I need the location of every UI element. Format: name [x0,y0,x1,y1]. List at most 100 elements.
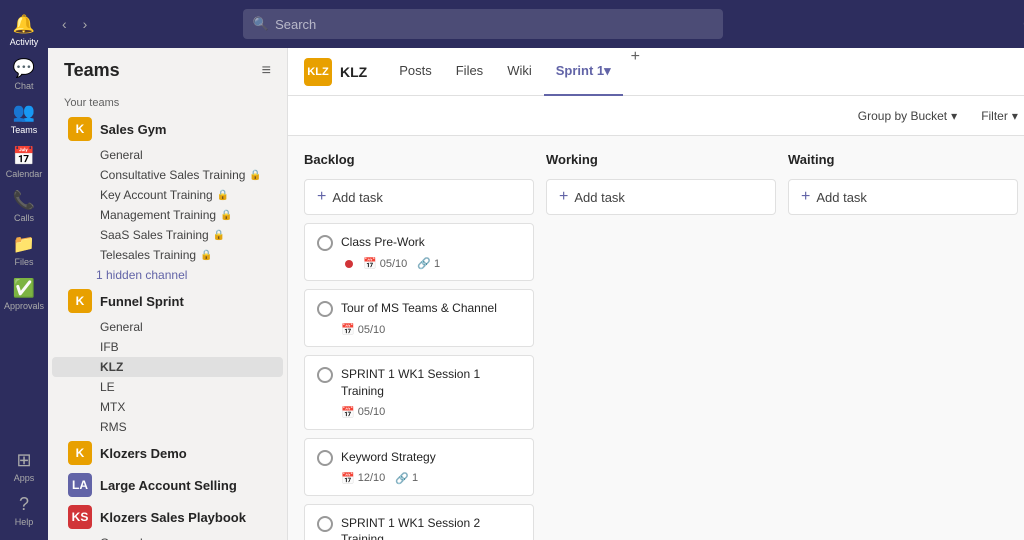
task-title-4: Keyword Strategy [341,449,521,466]
task-attach: 🔗 1 [417,257,440,270]
channel-telesales[interactable]: Telesales Training 🔒 [52,245,283,265]
tab-files[interactable]: Files [444,48,495,96]
channel-ifb[interactable]: IFB [52,337,283,357]
channel-mtx[interactable]: MTX [52,397,283,417]
nav-calls[interactable]: 📞 Calls [4,186,44,226]
channel-consultative-sales[interactable]: Consultative Sales Training 🔒 [52,165,283,185]
channel-rms[interactable]: RMS [52,417,283,437]
channel-management[interactable]: Management Training 🔒 [52,205,283,225]
nav-chat[interactable]: 💬 Chat [4,54,44,94]
lock-icon-3: 🔒 [220,210,232,221]
calendar-icon: 📅 [13,146,35,167]
channel-name: KLZ [340,64,367,80]
lock-icon-2: 🔒 [217,190,229,201]
task-circle-3 [317,367,333,383]
channel-logo: KLZ [304,58,332,86]
team-sales-gym[interactable]: K Sales Gym ··· [52,113,283,145]
task-title-5: SPRINT 1 WK1 Session 2 Training [341,515,521,540]
task-class-prework[interactable]: Class Pre-Work 📅 05/10 🔗 1 [304,223,534,281]
nav-approvals-label: Approvals [4,301,44,311]
channel-klz[interactable]: KLZ [52,357,283,377]
search-bar[interactable]: 🔍 [243,9,723,39]
task-date-4: 📅 12/10 [341,472,385,485]
task-keyword-strategy[interactable]: Keyword Strategy 📅 12/10 🔗 1 [304,438,534,496]
task-title: Class Pre-Work [341,234,521,251]
group-by-label: Group by Bucket [858,109,947,123]
channel-le[interactable]: LE [52,377,283,397]
channel-sg-general[interactable]: General [52,145,283,165]
nav-help[interactable]: ? Help [4,490,44,530]
channel-saas[interactable]: SaaS Sales Training 🔒 [52,225,283,245]
nav-activity[interactable]: 🔔 Activity [4,10,44,50]
task-circle-4 [317,450,333,466]
help-icon: ? [19,494,29,515]
priority-dot [345,260,353,268]
filter-button[interactable]: Filter ▾ [975,105,1024,127]
topbar: ‹ › 🔍 ··· Klozers Group Ltd K — □ ✕ [48,0,1024,48]
main-content: KLZ KLZ Posts Files Wiki Sprint 1 ▾ + ⊡ … [288,48,1024,540]
task-date-3: 📅 05/10 [341,406,385,419]
filter-label: Filter [981,109,1008,123]
topbar-navigation: ‹ › [56,12,93,36]
task-tour-ms-teams[interactable]: Tour of MS Teams & Channel 📅 05/10 [304,289,534,347]
sidebar-header: Teams ≡ [48,48,287,89]
board-toolbar: Group by Bucket ▾ Filter ▾ List Board Ch… [288,96,1024,136]
task-circle [317,235,333,251]
tab-wiki[interactable]: Wiki [495,48,544,96]
nav-approvals[interactable]: ✅ Approvals [4,274,44,314]
column-working-header: Working [546,148,776,171]
add-task-working[interactable]: + Add task [546,179,776,215]
add-tab-button[interactable]: + [623,48,648,96]
nav-activity-label: Activity [10,37,39,47]
nav-teams[interactable]: 👥 Teams [4,98,44,138]
nav-help-label: Help [15,517,34,527]
lock-icon-4: 🔒 [213,230,225,241]
calls-icon: 📞 [13,190,35,211]
forward-button[interactable]: › [77,12,94,36]
back-button[interactable]: ‹ [56,12,73,36]
nav-calendar[interactable]: 📅 Calendar [4,142,44,182]
sales-gym-name: Sales Gym [100,122,259,137]
chat-icon: 💬 [13,58,35,79]
klozers-playbook-avatar: KS [68,505,92,529]
klozers-demo-name: Klozers Demo [100,446,259,461]
team-klozers-demo[interactable]: K Klozers Demo ··· [52,437,283,469]
search-input[interactable] [275,17,713,32]
sales-gym-avatar: K [68,117,92,141]
hidden-channel-link[interactable]: 1 hidden channel [48,265,287,285]
channel-fs-general[interactable]: General [52,317,283,337]
nav-apps-label: Apps [14,473,35,483]
channel-header: KLZ KLZ Posts Files Wiki Sprint 1 ▾ + ⊡ … [288,48,1024,96]
column-waiting: Waiting + Add task [788,148,1018,540]
sprint-dropdown-icon: ▾ [604,63,611,79]
add-task-waiting[interactable]: + Add task [788,179,1018,215]
large-account-avatar: LA [68,473,92,497]
task-date-2: 📅 05/10 [341,323,385,336]
teams-icon: 👥 [13,102,35,123]
sidebar-title: Teams [64,60,120,81]
tab-sprint1[interactable]: Sprint 1 ▾ [544,48,623,96]
task-title-2: Tour of MS Teams & Channel [341,300,521,317]
task-date: 📅 05/10 [363,257,407,270]
add-task-backlog[interactable]: + Add task [304,179,534,215]
team-large-account[interactable]: LA Large Account Selling ··· [52,469,283,501]
board-toolbar-controls: Group by Bucket ▾ Filter ▾ List Board Ch… [852,104,1024,128]
nav-teams-label: Teams [11,125,38,135]
nav-files-label: Files [14,257,33,267]
column-working: Working + Add task [546,148,776,540]
activity-icon: 🔔 [13,14,35,35]
group-by-button[interactable]: Group by Bucket ▾ [852,105,963,127]
calendar-meta-icon-4: 📅 [341,472,355,485]
nav-apps[interactable]: ⊞ Apps [4,446,44,486]
task-sprint1-wk1-s2[interactable]: SPRINT 1 WK1 Session 2 Training 📅 07/10 [304,504,534,540]
channel-key-account[interactable]: Key Account Training 🔒 [52,185,283,205]
team-funnel-sprint[interactable]: K Funnel Sprint ··· [52,285,283,317]
task-sprint1-wk1-s1[interactable]: SPRINT 1 WK1 Session 1 Training 📅 05/10 [304,355,534,430]
column-backlog-header: Backlog [304,148,534,171]
tab-posts[interactable]: Posts [387,48,444,96]
team-klozers-playbook[interactable]: KS Klozers Sales Playbook ··· [52,501,283,533]
filter-icon[interactable]: ≡ [262,62,271,80]
nav-files[interactable]: 📁 Files [4,230,44,270]
files-icon: 📁 [13,234,35,255]
channel-ksp-general[interactable]: General [52,533,283,540]
